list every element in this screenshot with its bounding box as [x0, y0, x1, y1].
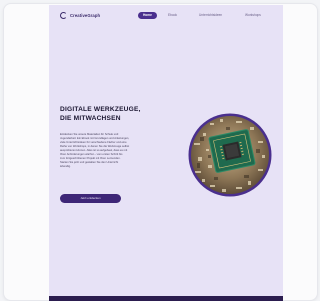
nav-item-unterrichtsideen[interactable]: Unterrichtsideen — [199, 12, 222, 19]
nav-item-home[interactable]: Home — [138, 12, 157, 19]
circuit-chip-image — [188, 113, 272, 197]
cta-button[interactable]: Jetzt entdecken — [60, 194, 121, 203]
hero-description: Entdecken Sie unsere Materialien für Sch… — [60, 133, 172, 169]
headline-line: DIE MITWACHSEN — [60, 114, 121, 122]
logo[interactable]: CreativeGraph — [60, 11, 100, 19]
logo-text: CreativeGraph — [70, 12, 101, 18]
description-line: lebendig. — [60, 164, 71, 168]
nav-item-workshops[interactable]: Workshops — [245, 12, 261, 19]
top-navigation: CreativeGraph Home Ebook Unterrichtsidee… — [49, 5, 283, 23]
headline-line: DIGITALE WERKZEUGE, — [60, 106, 141, 113]
website-preview: CreativeGraph Home Ebook Unterrichtsidee… — [49, 5, 283, 301]
logo-icon — [60, 11, 67, 19]
footer-bar — [49, 296, 283, 301]
nav-item-ebook[interactable]: Ebook — [168, 12, 177, 19]
hero-headline: DIGITALE WERKZEUGE, DIE MITWACHSEN — [60, 106, 170, 123]
